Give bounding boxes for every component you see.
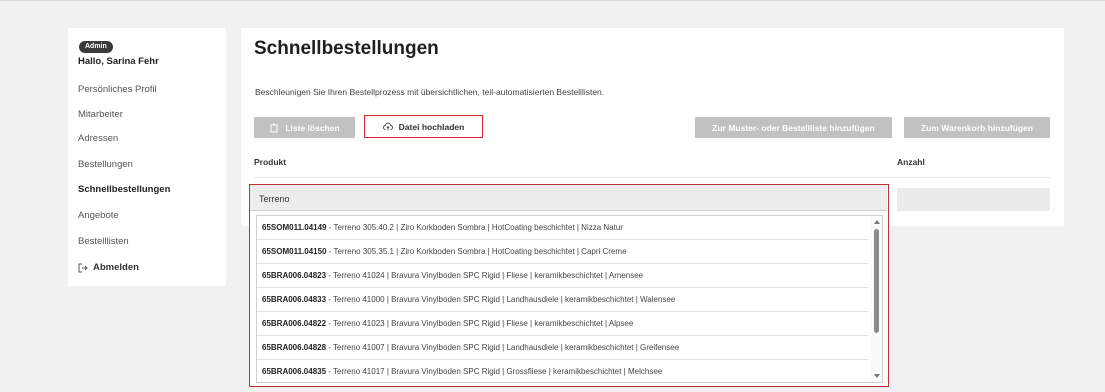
item-sku: 65BRA006.04823 bbox=[262, 271, 327, 280]
item-description: - Terreno 305.35.1 | Ziro Korkboden Somb… bbox=[326, 247, 627, 256]
user-greeting: Hallo, Sarina Fehr bbox=[78, 56, 159, 67]
item-description: - Terreno 41000 | Bravura Vinylboden SPC… bbox=[326, 295, 676, 304]
sidebar-item-order-lists[interactable]: Bestelllisten bbox=[78, 236, 129, 247]
item-sku: 65BRA006.04822 bbox=[262, 319, 327, 328]
suggestion-item[interactable]: 65BRA006.04822 - Terreno 41023 | Bravura… bbox=[257, 312, 869, 336]
item-description: - Terreno 41024 | Bravura Vinylboden SPC… bbox=[326, 271, 644, 280]
trash-icon bbox=[270, 123, 279, 132]
suggestion-item[interactable]: 65BRA006.04833 - Terreno 41000 | Bravura… bbox=[257, 288, 869, 312]
upload-cloud-icon bbox=[382, 122, 393, 130]
quantity-field[interactable] bbox=[897, 188, 1050, 211]
role-badge: Admin bbox=[79, 41, 113, 53]
suggestion-item[interactable]: 65SOM011.04150 - Terreno 305.35.1 | Ziro… bbox=[257, 240, 869, 264]
sidebar-item-offers[interactable]: Angebote bbox=[78, 210, 119, 221]
sidebar-item-employees[interactable]: Mitarbeiter bbox=[78, 109, 123, 120]
column-header-product: Produkt bbox=[254, 157, 287, 167]
item-sku: 65BRA006.04833 bbox=[262, 295, 327, 304]
item-description: - Terreno 41017 | Bravura Vinylboden SPC… bbox=[326, 367, 663, 376]
sidebar-item-quick-orders[interactable]: Schnellbestellungen bbox=[78, 184, 170, 195]
logout-icon bbox=[78, 263, 88, 272]
item-description: - Terreno 305.40.2 | Ziro Korkboden Somb… bbox=[326, 223, 623, 232]
suggestion-item[interactable]: 65BRA006.04835 - Terreno 41017 | Bravura… bbox=[257, 360, 869, 382]
suggestion-list: 65SOM011.04149 - Terreno 305.40.2 | Ziro… bbox=[256, 215, 883, 383]
page-title: Schnellbestellungen bbox=[254, 38, 439, 59]
suggestion-item[interactable]: 65SOM011.04149 - Terreno 305.40.2 | Ziro… bbox=[257, 216, 869, 240]
scrollbar-thumb[interactable] bbox=[874, 229, 879, 333]
item-sku: 65BRA006.04828 bbox=[262, 343, 327, 352]
delete-list-button[interactable]: Liste löschen bbox=[254, 117, 355, 138]
product-search-input[interactable]: Terreno bbox=[250, 185, 887, 211]
add-to-cart-button[interactable]: Zum Warenkorb hinzufügen bbox=[904, 117, 1050, 138]
suggestion-item[interactable]: 65BRA006.04828 - Terreno 41007 | Bravura… bbox=[257, 336, 869, 360]
suggestion-item[interactable]: 65BRA006.04823 - Terreno 41024 | Bravura… bbox=[257, 264, 869, 288]
item-sku: 65SOM011.04150 bbox=[262, 247, 327, 256]
add-to-list-button[interactable]: Zur Muster- oder Bestellliste hinzufügen bbox=[695, 117, 892, 138]
delete-list-label: Liste löschen bbox=[285, 122, 340, 133]
item-description: - Terreno 41007 | Bravura Vinylboden SPC… bbox=[326, 343, 680, 352]
item-sku: 65BRA006.04835 bbox=[262, 367, 327, 376]
upload-file-label: Datei hochladen bbox=[398, 121, 465, 132]
add-to-cart-label: Zum Warenkorb hinzufügen bbox=[920, 122, 1034, 133]
product-search-dropdown: Terreno 65SOM011.04149 - Terreno 305.40.… bbox=[249, 184, 889, 387]
logout-label: Abmelden bbox=[93, 262, 139, 273]
scroll-down-arrow-icon[interactable] bbox=[874, 374, 880, 378]
upload-file-button[interactable]: Datei hochladen bbox=[364, 115, 483, 138]
account-sidebar: Admin Hallo, Sarina Fehr Persönliches Pr… bbox=[68, 28, 226, 286]
sidebar-item-profile[interactable]: Persönliches Profil bbox=[78, 84, 157, 95]
suggestion-scrollbar[interactable] bbox=[871, 216, 882, 382]
item-description: - Terreno 41023 | Bravura Vinylboden SPC… bbox=[326, 319, 634, 328]
scroll-up-arrow-icon[interactable] bbox=[874, 220, 880, 224]
logout-link[interactable]: Abmelden bbox=[78, 262, 139, 273]
top-divider bbox=[0, 0, 1105, 1]
item-sku: 65SOM011.04149 bbox=[262, 223, 327, 232]
page-description: Beschleunigen Sie Ihren Bestellprozess m… bbox=[255, 87, 605, 97]
sidebar-item-orders[interactable]: Bestellungen bbox=[78, 159, 133, 170]
table-header-divider bbox=[254, 177, 1051, 178]
column-header-quantity: Anzahl bbox=[897, 157, 925, 167]
add-to-list-label: Zur Muster- oder Bestellliste hinzufügen bbox=[712, 122, 875, 133]
sidebar-item-addresses[interactable]: Adressen bbox=[78, 133, 118, 144]
